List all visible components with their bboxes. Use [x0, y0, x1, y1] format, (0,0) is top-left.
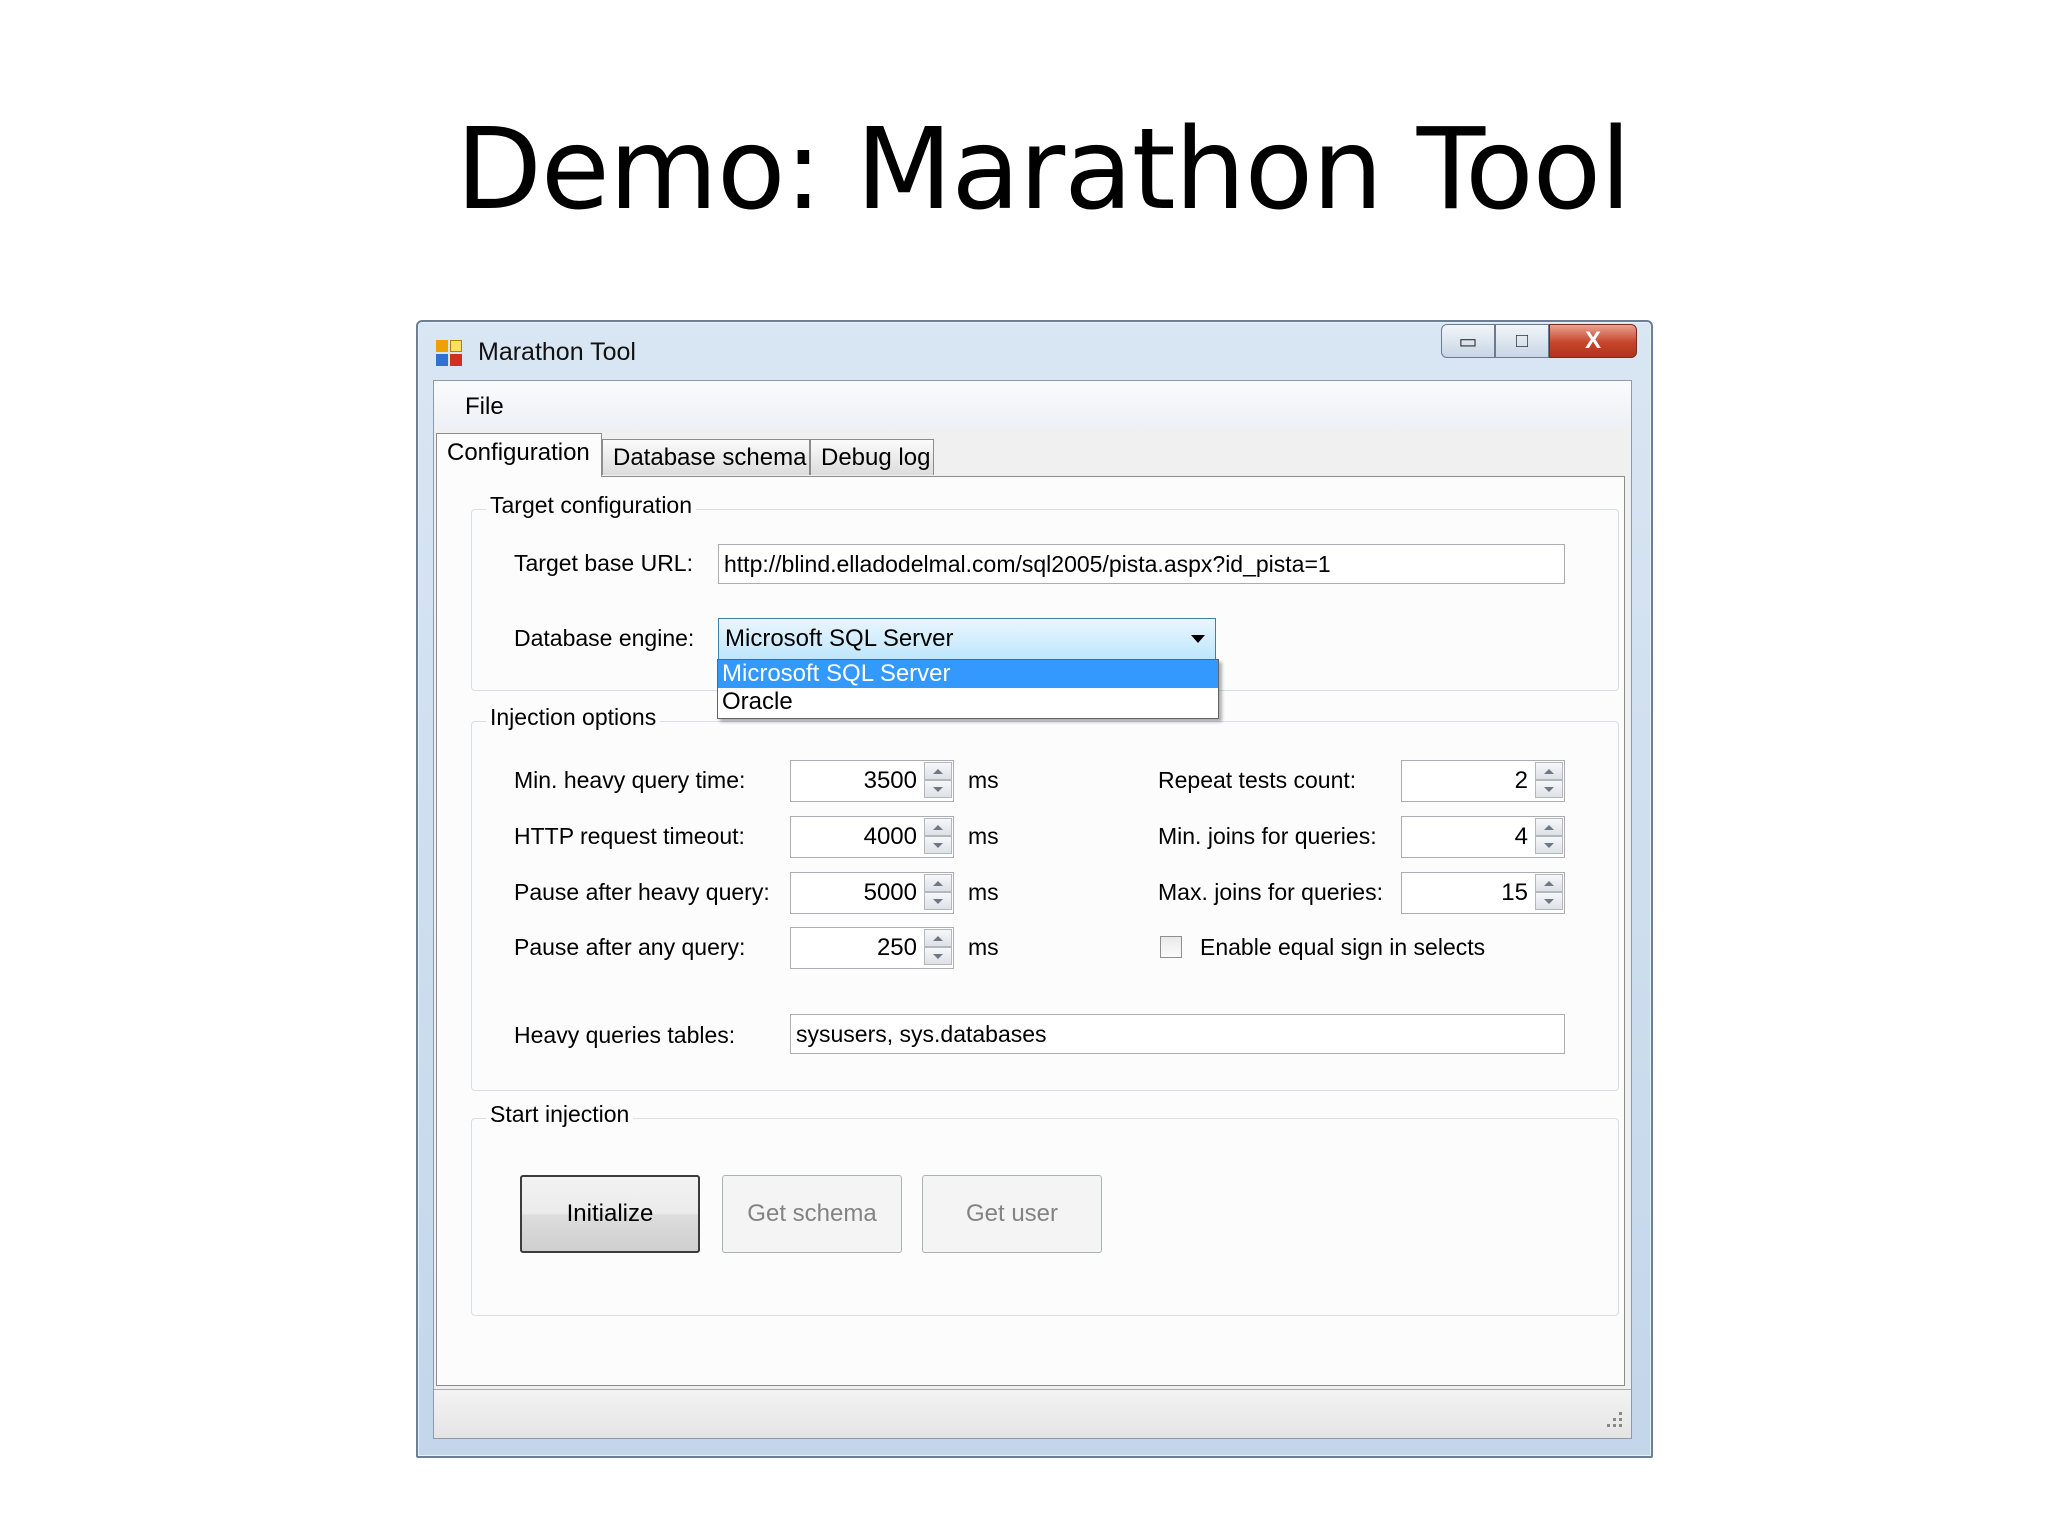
- dropdown-option-mssql[interactable]: Microsoft SQL Server: [718, 660, 1218, 688]
- stepper-value: 2: [1514, 767, 1528, 794]
- stepper-value: 3500: [863, 767, 917, 794]
- pause-after-heavy-query-stepper[interactable]: 5000: [790, 872, 954, 914]
- pause-after-any-query-label: Pause after any query:: [514, 934, 746, 960]
- min-heavy-query-time-label: Min. heavy query time:: [514, 767, 746, 793]
- repeat-tests-count-label: Repeat tests count:: [1158, 767, 1357, 793]
- spin-up-button[interactable]: [1535, 874, 1563, 892]
- chevron-down-icon: [1191, 635, 1205, 643]
- app-window: Marathon Tool ▭ □ X File Configuration D…: [416, 320, 1653, 1458]
- spin-up-button[interactable]: [1535, 762, 1563, 780]
- max-joins-label: Max. joins for queries:: [1158, 879, 1383, 905]
- status-bar: [434, 1389, 1631, 1438]
- close-icon: X: [1584, 327, 1601, 354]
- get-schema-button[interactable]: Get schema: [722, 1175, 902, 1253]
- maximize-button[interactable]: □: [1495, 324, 1549, 358]
- group-label: Injection options: [486, 704, 661, 731]
- database-engine-value: Microsoft SQL Server: [725, 625, 954, 652]
- equal-sign-label: Enable equal sign in selects: [1200, 934, 1486, 960]
- group-label: Start injection: [486, 1101, 634, 1128]
- get-user-button[interactable]: Get user: [922, 1175, 1102, 1253]
- min-joins-stepper[interactable]: 4: [1401, 816, 1565, 858]
- heavy-queries-tables-label: Heavy queries tables:: [514, 1022, 736, 1048]
- stepper-value: 4: [1514, 823, 1528, 850]
- pause-after-any-query-stepper[interactable]: 250: [790, 927, 954, 969]
- pause-after-heavy-query-label: Pause after heavy query:: [514, 879, 770, 905]
- spin-down-button[interactable]: [924, 836, 952, 854]
- stepper-value: 15: [1501, 879, 1528, 906]
- minimize-button[interactable]: ▭: [1441, 324, 1495, 358]
- min-joins-label: Min. joins for queries:: [1158, 823, 1377, 849]
- spin-up-button[interactable]: [924, 762, 952, 780]
- tab-configuration[interactable]: Configuration: [436, 433, 602, 477]
- heavy-queries-tables-input[interactable]: sysusers, sys.databases: [790, 1014, 1565, 1054]
- unit-label: ms: [968, 823, 999, 849]
- maximize-icon: □: [1515, 329, 1529, 352]
- spin-down-button[interactable]: [924, 780, 952, 798]
- unit-label: ms: [968, 934, 999, 960]
- stepper-value: 5000: [863, 879, 917, 906]
- start-injection-group: Start injection Initialize Get schema Ge…: [471, 1101, 1619, 1316]
- client-area: File Configuration Database schema Debug…: [433, 380, 1632, 1439]
- tab-database-schema[interactable]: Database schema: [602, 439, 810, 475]
- configuration-panel: Target configuration Target base URL: ht…: [436, 476, 1625, 1386]
- menu-file[interactable]: File: [465, 393, 504, 421]
- http-request-timeout-stepper[interactable]: 4000: [790, 816, 954, 858]
- repeat-tests-count-stepper[interactable]: 2: [1401, 760, 1565, 802]
- spin-down-button[interactable]: [924, 947, 952, 965]
- unit-label: ms: [968, 767, 999, 793]
- close-button[interactable]: X: [1549, 324, 1637, 358]
- spin-up-button[interactable]: [1535, 818, 1563, 836]
- spin-up-button[interactable]: [924, 818, 952, 836]
- unit-label: ms: [968, 879, 999, 905]
- spin-up-button[interactable]: [924, 874, 952, 892]
- http-request-timeout-label: HTTP request timeout:: [514, 823, 745, 849]
- initialize-button[interactable]: Initialize: [520, 1175, 700, 1253]
- spin-down-button[interactable]: [924, 892, 952, 910]
- minimize-icon: ▭: [1458, 330, 1478, 353]
- stepper-value: 4000: [863, 823, 917, 850]
- group-label: Target configuration: [486, 492, 697, 519]
- caption-buttons: ▭ □ X: [1441, 324, 1637, 358]
- target-url-input[interactable]: http://blind.elladodelmal.com/sql2005/pi…: [718, 544, 1565, 584]
- database-engine-dropdown: Microsoft SQL Server Oracle: [717, 659, 1219, 719]
- dropdown-option-oracle[interactable]: Oracle: [718, 688, 1218, 716]
- equal-sign-checkbox[interactable]: [1160, 936, 1182, 958]
- database-engine-label: Database engine:: [514, 625, 695, 651]
- title-bar[interactable]: Marathon Tool ▭ □ X: [418, 322, 1651, 378]
- resize-grip-icon[interactable]: [1603, 1412, 1623, 1432]
- app-icon: [436, 340, 464, 368]
- target-url-label: Target base URL:: [514, 550, 693, 576]
- tab-debug-log[interactable]: Debug log: [810, 439, 934, 475]
- spin-up-button[interactable]: [924, 929, 952, 947]
- spin-down-button[interactable]: [1535, 780, 1563, 798]
- menu-bar: File: [434, 381, 1631, 429]
- slide-title: Demo: Marathon Tool: [455, 105, 1632, 235]
- min-heavy-query-time-stepper[interactable]: 3500: [790, 760, 954, 802]
- injection-options-group: Injection options Min. heavy query time:…: [471, 704, 1619, 1091]
- max-joins-stepper[interactable]: 15: [1401, 872, 1565, 914]
- stepper-value: 250: [876, 934, 917, 961]
- window-title: Marathon Tool: [478, 338, 636, 366]
- spin-down-button[interactable]: [1535, 892, 1563, 910]
- database-engine-select[interactable]: Microsoft SQL Server: [718, 618, 1216, 660]
- spin-down-button[interactable]: [1535, 836, 1563, 854]
